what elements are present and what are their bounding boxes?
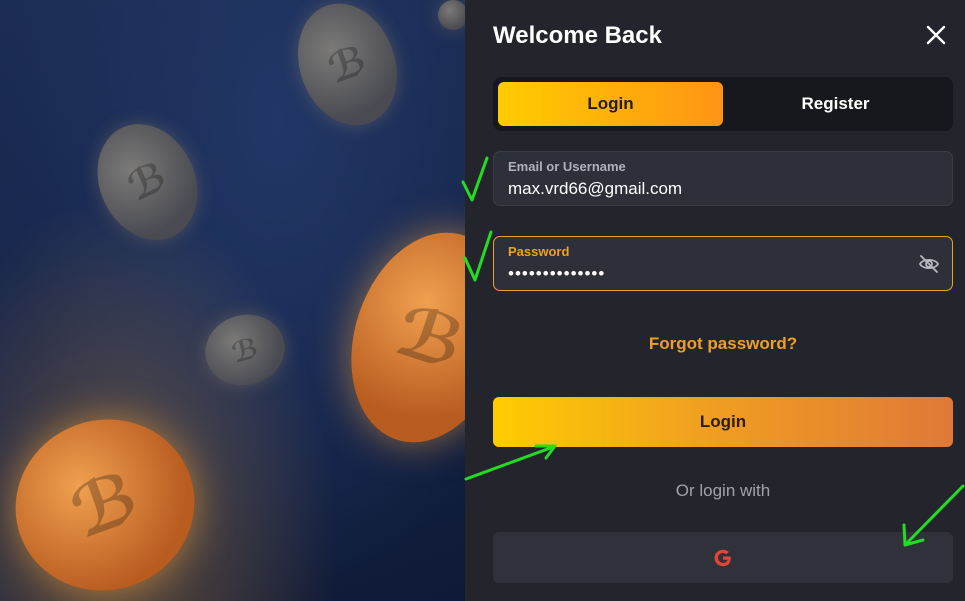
auth-tabs: Login Register (493, 77, 953, 131)
coin-image (438, 0, 465, 30)
coin-image: ℬ (0, 394, 219, 601)
google-icon (714, 549, 731, 566)
close-button[interactable] (923, 22, 949, 48)
login-screen: ℬ ℬ ℬ ℬ ℬ Welcome Back Login Register Em… (0, 0, 965, 601)
tab-login[interactable]: Login (498, 82, 723, 126)
eye-off-icon (918, 255, 940, 273)
toggle-password-visibility[interactable] (918, 253, 940, 275)
password-field: Password (493, 236, 953, 291)
coin-image: ℬ (79, 107, 216, 257)
login-button[interactable]: Login (493, 397, 953, 447)
google-login-button[interactable] (493, 532, 953, 583)
coins-artwork: ℬ ℬ ℬ ℬ ℬ (0, 0, 465, 601)
close-icon (926, 25, 946, 45)
password-label: Password (508, 244, 570, 259)
coin-image: ℬ (281, 0, 414, 140)
email-label: Email or Username (508, 159, 626, 174)
forgot-password-link[interactable]: Forgot password? (493, 334, 953, 354)
login-panel: Welcome Back Login Register Email or Use… (465, 0, 965, 601)
password-input[interactable] (508, 264, 908, 284)
modal-title: Welcome Back (493, 22, 662, 49)
alt-login-text: Or login with (675, 481, 771, 500)
tab-register[interactable]: Register (723, 82, 948, 126)
email-input[interactable] (508, 179, 908, 199)
coin-image: ℬ (325, 212, 465, 463)
coin-image: ℬ (197, 305, 293, 395)
email-field: Email or Username (493, 151, 953, 206)
